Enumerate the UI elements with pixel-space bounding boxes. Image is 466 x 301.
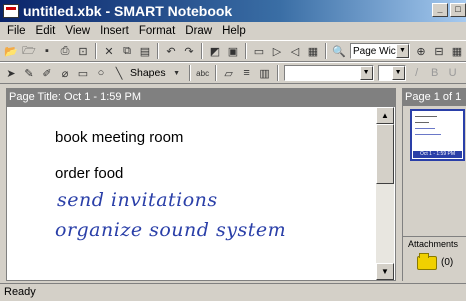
print-icon[interactable]: ⎙ xyxy=(57,43,73,59)
chevron-down-icon[interactable]: ▼ xyxy=(359,66,373,80)
attachments-folder-icon[interactable] xyxy=(417,253,437,270)
menu-draw[interactable]: Draw xyxy=(180,25,217,37)
undo-icon[interactable]: ↶ xyxy=(163,43,179,59)
print-preview-icon[interactable]: ⊡ xyxy=(75,43,91,59)
toolbar-separator xyxy=(245,43,247,59)
chevron-down-icon[interactable]: ▼ xyxy=(169,65,185,81)
window-title: untitled.xbk - SMART Notebook xyxy=(23,3,233,19)
menu-view[interactable]: View xyxy=(60,25,95,37)
underline-icon[interactable]: U xyxy=(445,65,461,81)
main-toolbar: 📂 🗁 ▪ ⎙ ⊡ ✕ ⧉ ▤ ↶ ↷ ◩ ▣ ▭ ▷ ◁ ▦ 🔍 Page W… xyxy=(0,40,466,62)
save-icon[interactable]: ▪ xyxy=(39,43,55,59)
open-icon[interactable]: 📂 xyxy=(3,43,19,59)
zoom-in-icon[interactable]: ⊕ xyxy=(413,43,429,59)
full-screen-icon[interactable]: ▦ xyxy=(449,43,465,59)
thumbnail-label: Oct 1 - 1:59 PM xyxy=(413,151,462,158)
screen-capture-icon[interactable]: ▣ xyxy=(225,43,241,59)
redo-icon[interactable]: ↷ xyxy=(181,43,197,59)
ellipse-icon[interactable]: ○ xyxy=(93,65,109,81)
eraser-icon[interactable]: ⌀ xyxy=(57,65,73,81)
scroll-down-icon[interactable]: ▼ xyxy=(376,263,394,280)
page-title: Page Title: Oct 1 - 1:59 PM xyxy=(6,88,396,106)
fill-icon[interactable]: ▱ xyxy=(221,65,237,81)
creative-pen-icon[interactable]: ✐ xyxy=(39,65,55,81)
drawing-toolbar: ➤ ✎ ✐ ⌀ ▭ ○ ╲ Shapes ▼ abc ▱ ≡ ▥ ▼ ▼ / B… xyxy=(0,62,466,84)
menu-file[interactable]: File xyxy=(2,25,31,37)
magnify-icon[interactable]: 🔍 xyxy=(331,43,347,59)
cut-icon[interactable]: ✕ xyxy=(101,43,117,59)
copy-icon[interactable]: ⧉ xyxy=(119,43,135,59)
scroll-up-icon[interactable]: ▲ xyxy=(376,107,394,124)
gallery-icon[interactable]: ▦ xyxy=(305,43,321,59)
attachments-label: Attachments xyxy=(408,239,459,249)
app-window: untitled.xbk - SMART Notebook _ □ File E… xyxy=(0,0,466,301)
prev-page-icon[interactable]: ◁ xyxy=(287,43,303,59)
line-icon[interactable]: ╲ xyxy=(111,65,127,81)
scroll-thumb[interactable] xyxy=(376,124,394,184)
toolbar-separator xyxy=(325,43,327,59)
toolbar-separator xyxy=(95,43,97,59)
notebook-app-icon xyxy=(3,4,19,18)
handwritten-text-line[interactable]: organize sound system xyxy=(55,219,286,241)
italic-icon[interactable]: / xyxy=(409,65,425,81)
thumb-line xyxy=(415,122,429,123)
text-tool-icon[interactable]: abc xyxy=(195,65,211,81)
font-size-select[interactable]: ▼ xyxy=(377,65,406,81)
maximize-button[interactable]: □ xyxy=(450,3,466,17)
thumb-line xyxy=(415,128,435,129)
panel-divider xyxy=(403,236,466,237)
toolbar-separator xyxy=(201,43,203,59)
title-bar: untitled.xbk - SMART Notebook _ □ xyxy=(0,0,466,22)
handwritten-text-line[interactable]: send invitations xyxy=(57,189,218,211)
notebook-page-canvas[interactable]: book meeting room order food send invita… xyxy=(6,106,396,281)
page-count-header: Page 1 of 1 xyxy=(402,88,466,106)
status-bar: Ready xyxy=(0,283,466,301)
font-select[interactable]: ▼ xyxy=(283,65,374,81)
toolbar-separator xyxy=(214,65,217,81)
rectangle-icon[interactable]: ▭ xyxy=(75,65,91,81)
folder-icon[interactable]: 🗁 xyxy=(21,43,37,59)
menu-insert[interactable]: Insert xyxy=(95,25,134,37)
pen-icon[interactable]: ✎ xyxy=(21,65,37,81)
page-thumbnail[interactable]: Oct 1 - 1:59 PM xyxy=(410,109,465,161)
new-page-icon[interactable]: ▭ xyxy=(251,43,267,59)
page-sorter-panel: Oct 1 - 1:59 PM Attachments (0) xyxy=(402,106,466,281)
shapes-button[interactable]: Shapes xyxy=(130,67,166,79)
chevron-down-icon[interactable]: ▼ xyxy=(391,66,405,80)
menu-help[interactable]: Help xyxy=(217,25,251,37)
select-arrow-icon[interactable]: ➤ xyxy=(3,65,19,81)
toolbar-separator xyxy=(157,43,159,59)
toolbar-separator xyxy=(188,65,191,81)
dual-page-icon[interactable]: ⊟ xyxy=(431,43,447,59)
attachments-count: (0) xyxy=(441,257,454,268)
menu-bar: File Edit View Insert Format Draw Help xyxy=(0,22,466,40)
chevron-down-icon[interactable]: ▼ xyxy=(396,44,409,58)
vertical-scrollbar[interactable]: ▲ ▼ xyxy=(376,107,394,280)
typed-text-line[interactable]: order food xyxy=(55,165,123,182)
menu-format[interactable]: Format xyxy=(134,25,180,37)
minimize-button[interactable]: _ xyxy=(432,3,448,17)
line-style-icon[interactable]: ≡ xyxy=(239,65,255,81)
typed-text-line[interactable]: book meeting room xyxy=(55,129,183,146)
next-page-icon[interactable]: ▷ xyxy=(269,43,285,59)
zoom-value: Page Wic xyxy=(353,45,396,57)
status-text: Ready xyxy=(4,286,36,298)
zoom-select[interactable]: Page Wic ▼ xyxy=(350,43,410,59)
thumb-line xyxy=(415,134,441,135)
bold-icon[interactable]: B xyxy=(427,65,443,81)
menu-edit[interactable]: Edit xyxy=(31,25,61,37)
window-controls: _ □ xyxy=(432,3,466,17)
toolbar-separator xyxy=(276,65,279,81)
paste-icon[interactable]: ▤ xyxy=(137,43,153,59)
thumb-line xyxy=(415,116,437,117)
transparency-icon[interactable]: ▥ xyxy=(257,65,273,81)
insert-picture-icon[interactable]: ◩ xyxy=(207,43,223,59)
